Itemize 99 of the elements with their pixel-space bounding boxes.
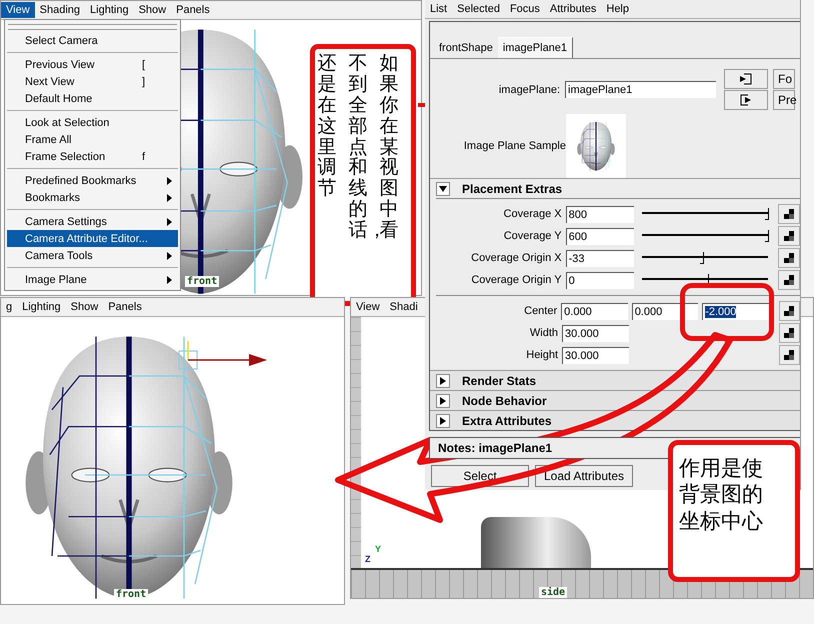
map-button[interactable] xyxy=(778,270,800,290)
value-field[interactable]: 600 xyxy=(566,228,634,244)
submenu-arrow-icon xyxy=(167,252,172,260)
value-field[interactable]: 0.000 xyxy=(632,302,698,320)
move-manipulator-icon xyxy=(177,341,267,371)
field-label: Coverage X xyxy=(502,208,562,220)
section-header[interactable]: Placement Extras xyxy=(430,178,800,198)
map-button[interactable] xyxy=(778,301,800,321)
slider[interactable] xyxy=(642,207,768,221)
submenu-arrow-icon xyxy=(167,194,172,202)
menu-item[interactable]: Help xyxy=(601,1,634,17)
menu-item[interactable]: List xyxy=(425,1,452,17)
field-label: Width xyxy=(528,327,558,339)
menu-item[interactable]: Attributes xyxy=(544,1,602,17)
section-header[interactable]: Node Behavior xyxy=(430,390,800,410)
menu-item[interactable]: Bookmarks xyxy=(7,189,178,206)
menu-item[interactable]: Panels xyxy=(171,2,215,18)
menu-item[interactable]: Focus xyxy=(504,1,545,17)
axis-label: Y xyxy=(375,544,382,554)
menu-item[interactable]: Camera Settings xyxy=(7,213,178,230)
annotation-text: 还是在这里调节 xyxy=(318,53,338,202)
slider-handle[interactable] xyxy=(765,208,770,220)
value-field[interactable]: 30.000 xyxy=(562,346,630,364)
action-button[interactable]: Load Attributes xyxy=(535,465,633,487)
menu-item[interactable]: Show xyxy=(66,299,104,315)
head-model-drawing xyxy=(576,121,616,171)
side-button[interactable]: Fo xyxy=(773,69,795,89)
value-field[interactable]: 0.000 xyxy=(561,302,628,320)
value-field[interactable]: 30.000 xyxy=(562,324,630,342)
field-label: Coverage Origin Y xyxy=(470,274,562,286)
menu-item[interactable]: Select Camera xyxy=(7,32,178,49)
value-field[interactable]: -2.000 xyxy=(702,302,769,320)
submenu-arrow-icon xyxy=(167,276,172,284)
checker-icon xyxy=(784,209,794,219)
checker-icon xyxy=(784,253,794,263)
tab[interactable]: frontShape xyxy=(434,38,498,58)
menu-item[interactable]: Show xyxy=(134,2,172,18)
field-label: Center xyxy=(523,305,558,317)
annotation-text: 如果你在某视图中看 xyxy=(380,53,400,244)
field-label: Height xyxy=(525,349,558,361)
menu-item[interactable]: Selected xyxy=(452,1,505,17)
menu-item[interactable]: Panels xyxy=(103,299,147,315)
menu-item[interactable]: Image Plane xyxy=(7,271,178,288)
axis-label: Z xyxy=(365,554,370,564)
menu-item[interactable]: Camera Tools xyxy=(7,247,178,264)
menu-item[interactable]: Predefined Bookmarks xyxy=(7,172,178,189)
checker-icon xyxy=(784,350,794,360)
viewport-label: front xyxy=(185,276,220,287)
menu-item[interactable]: Default Home xyxy=(7,90,178,107)
submenu-arrow-icon xyxy=(167,218,172,226)
field-value: 0.000 xyxy=(634,306,662,318)
section-header[interactable]: Render Stats xyxy=(430,370,800,390)
value-field[interactable]: -33 xyxy=(566,250,634,266)
viewport-label: side xyxy=(539,587,568,598)
menu-item[interactable]: Lighting xyxy=(85,2,134,18)
section-header[interactable]: Extra Attributes xyxy=(430,410,800,430)
field-value: -2.000 xyxy=(705,306,736,318)
menu-item[interactable]: Camera Attribute Editor... xyxy=(7,230,178,247)
value-field[interactable]: 0 xyxy=(566,272,634,288)
side-button[interactable]: Pre xyxy=(773,90,795,110)
submenu-arrow-icon xyxy=(167,176,172,184)
input-connection-button[interactable] xyxy=(724,69,768,89)
map-button[interactable] xyxy=(778,323,800,343)
checker-icon xyxy=(784,231,794,241)
input-arrow-icon xyxy=(740,73,752,85)
map-button[interactable] xyxy=(778,248,800,268)
map-button[interactable] xyxy=(778,226,800,246)
menu-item[interactable]: View xyxy=(1,2,35,18)
menu-item[interactable]: Frame Selection f xyxy=(7,148,178,165)
output-connection-button[interactable] xyxy=(724,90,768,110)
viewport-label: front xyxy=(114,589,148,600)
menu-item[interactable]: Look at Selection xyxy=(7,114,178,131)
menu-item[interactable]: Lighting xyxy=(17,299,66,315)
annotation-text: 不到全部点和线的话， xyxy=(348,53,378,244)
map-button[interactable] xyxy=(778,345,800,365)
menu-item[interactable]: Shading xyxy=(34,2,86,18)
field-label: Image Plane Sample xyxy=(462,140,566,152)
slider[interactable] xyxy=(642,229,768,243)
slider-handle[interactable] xyxy=(765,230,770,242)
node-name-field[interactable]: imagePlane1 xyxy=(565,81,716,98)
checker-icon xyxy=(784,275,794,285)
map-button[interactable] xyxy=(778,204,800,224)
slider-handle[interactable] xyxy=(700,252,704,264)
menu-item[interactable]: Frame All xyxy=(7,131,178,148)
menu-item[interactable]: Previous View [ xyxy=(7,56,178,73)
menu-item[interactable]: g xyxy=(1,299,18,315)
checker-icon xyxy=(784,328,794,338)
tab[interactable]: imagePlane1 xyxy=(498,37,574,58)
field-label: imagePlane: xyxy=(498,84,560,96)
output-arrow-icon xyxy=(740,94,752,106)
menu-item[interactable]: Shadi xyxy=(384,299,423,315)
slider[interactable] xyxy=(642,251,768,265)
field-label: Coverage Origin X xyxy=(470,252,562,264)
field-value: 0.000 xyxy=(564,306,592,318)
value-field[interactable]: 800 xyxy=(566,206,634,222)
menu-item[interactable]: Next View ] xyxy=(7,73,178,90)
field-label: Coverage Y xyxy=(502,230,562,242)
checker-icon xyxy=(784,306,794,316)
menu-item[interactable]: View xyxy=(351,299,385,315)
